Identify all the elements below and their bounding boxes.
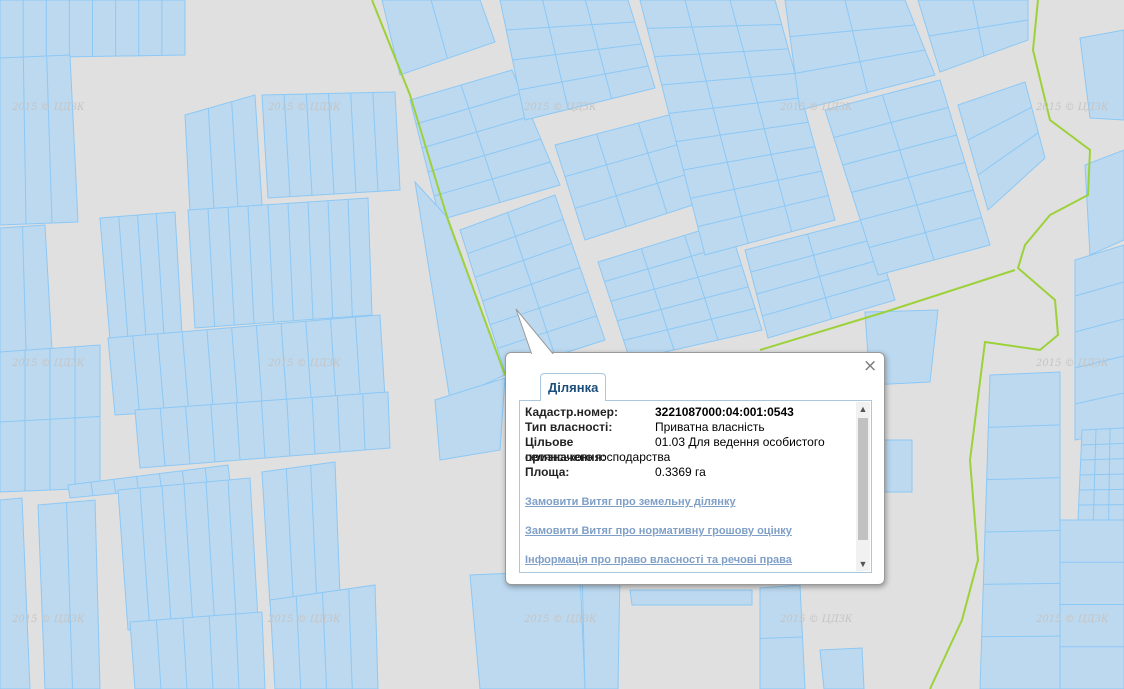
popup-scrollbar[interactable]: ▲ ▼ bbox=[856, 402, 870, 571]
order-valuation-extract-link[interactable]: Замовити Витяг про нормативну грошову оц… bbox=[525, 524, 853, 538]
parcel-block[interactable] bbox=[819, 647, 865, 689]
parcel-block[interactable] bbox=[1079, 29, 1124, 121]
parcel-info-popup[interactable]: × Ділянка Кадастр.номер: 3221087000:04:0… bbox=[505, 308, 885, 585]
parcel-block[interactable] bbox=[129, 611, 266, 689]
parcel-block[interactable] bbox=[0, 54, 79, 226]
purpose-label: Цільове призначення: bbox=[525, 435, 606, 464]
parcel-block[interactable] bbox=[917, 0, 1029, 73]
parcel-block[interactable] bbox=[0, 497, 31, 689]
parcel-block[interactable] bbox=[187, 197, 373, 329]
close-icon[interactable]: × bbox=[863, 358, 877, 375]
parcel-block[interactable] bbox=[261, 461, 341, 606]
tab-parcel[interactable]: Ділянка bbox=[540, 373, 607, 401]
popup-pointer-shape bbox=[515, 308, 556, 356]
scroll-up-icon[interactable]: ▲ bbox=[856, 402, 870, 416]
area-label: Площа: bbox=[525, 465, 570, 479]
parcel-block[interactable] bbox=[99, 211, 183, 341]
ownership-type-label: Тип власності: bbox=[525, 420, 613, 434]
parcel-block[interactable] bbox=[434, 377, 506, 461]
parcel-block[interactable] bbox=[469, 569, 586, 689]
purpose-value: 01.03 Для ведення особистого bbox=[655, 435, 825, 449]
parcel-block[interactable] bbox=[581, 569, 621, 689]
popup-pointer bbox=[515, 308, 560, 358]
purpose-row: Цільове призначення: 01.03 Для ведення о… bbox=[525, 435, 853, 465]
scroll-thumb[interactable] bbox=[858, 418, 868, 540]
parcel-block[interactable] bbox=[1074, 244, 1124, 441]
parcel-block[interactable] bbox=[629, 589, 753, 606]
cadastral-number-value: 3221087000:04:001:0543 bbox=[655, 405, 794, 419]
parcel-block[interactable] bbox=[499, 0, 656, 121]
area-value: 0.3369 га bbox=[655, 465, 706, 479]
parcel-boundary bbox=[1079, 488, 1124, 491]
cadastral-number-label: Кадастр.номер: bbox=[525, 405, 618, 419]
ownership-type-row: Тип власності: Приватна власність bbox=[525, 420, 853, 435]
parcel-boundary bbox=[981, 635, 1061, 638]
parcel-block[interactable] bbox=[1084, 149, 1124, 256]
parcel-block[interactable] bbox=[184, 94, 263, 213]
ownership-info-link[interactable]: Інформація про право власності та речові… bbox=[525, 553, 853, 567]
parcel-details-panel: Кадастр.номер: 3221087000:04:001:0543 Ти… bbox=[519, 400, 872, 573]
ownership-type-value: Приватна власність bbox=[655, 420, 765, 434]
popup-pointer-join bbox=[526, 354, 560, 358]
parcel-block[interactable] bbox=[381, 0, 496, 76]
area-row: Площа: 0.3369 га bbox=[525, 465, 853, 480]
parcel-block[interactable] bbox=[0, 224, 53, 353]
order-parcel-extract-link[interactable]: Замовити Витяг про земельну ділянку bbox=[525, 495, 853, 509]
scroll-down-icon[interactable]: ▼ bbox=[856, 557, 870, 571]
cadastral-number-row: Кадастр.номер: 3221087000:04:001:0543 bbox=[525, 405, 853, 420]
